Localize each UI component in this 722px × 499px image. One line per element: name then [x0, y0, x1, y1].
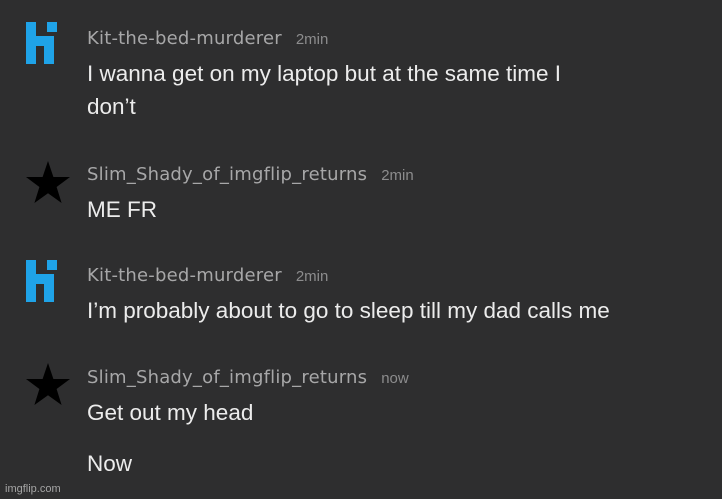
comment-text-line: Now — [87, 451, 133, 476]
black-star-icon — [26, 363, 70, 405]
user-avatar[interactable] — [26, 260, 66, 302]
black-star-icon — [26, 161, 70, 203]
user-avatar[interactable] — [25, 160, 71, 206]
blue-k-logo-icon — [26, 260, 57, 302]
comment-text-line: Get out my head — [87, 400, 254, 425]
user-avatar[interactable] — [25, 362, 71, 408]
comment-username[interactable]: Slim_Shady_of_imgflip_returns — [87, 367, 367, 388]
user-avatar[interactable] — [26, 22, 66, 64]
comment-timestamp: 2min — [295, 31, 329, 48]
blue-k-logo-icon — [26, 22, 57, 64]
imgflip-watermark: imgflip.com — [5, 483, 61, 495]
comment-timestamp: now — [381, 370, 409, 387]
comment-timestamp: 2min — [295, 268, 329, 285]
comment-username[interactable]: Slim_Shady_of_imgflip_returns — [87, 164, 367, 185]
comment-text-line: I’m probably about to go to sleep till m… — [87, 298, 610, 323]
comment-text-line: ME FR — [87, 197, 157, 222]
comment-username[interactable]: Kit-the-bed-murderer — [87, 28, 282, 49]
comment-username[interactable]: Kit-the-bed-murderer — [87, 265, 282, 286]
comment-text-line: I wanna get on my laptop but at the same… — [87, 61, 562, 86]
comment-text-line: don’t — [87, 94, 136, 119]
comment-timestamp: 2min — [381, 167, 414, 184]
